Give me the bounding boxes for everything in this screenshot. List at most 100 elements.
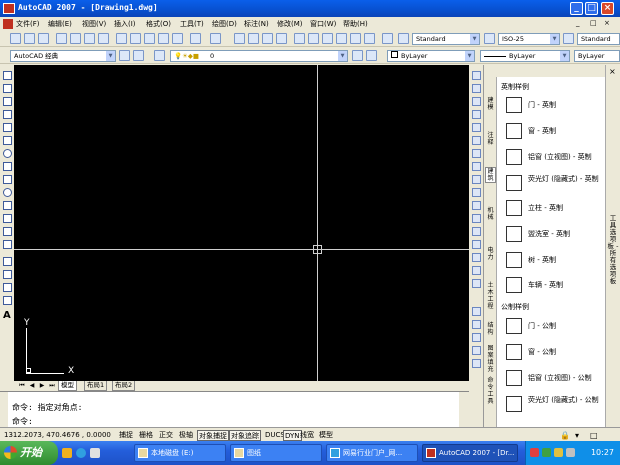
doc-minimize-button[interactable]: _ [576, 19, 580, 27]
task-autocad[interactable]: AutoCAD 2007 - [Dr... [422, 444, 518, 462]
multiline-text-icon[interactable]: A [3, 310, 11, 321]
menu-dimension[interactable]: 标注(N) [244, 19, 269, 29]
open-icon[interactable] [24, 33, 35, 44]
clock[interactable]: 10:27 [591, 448, 614, 457]
menu-view[interactable]: 视图(V) [82, 19, 106, 29]
show-desktop-icon[interactable] [90, 448, 100, 458]
palette-tab-architectural[interactable]: 建筑 [485, 167, 496, 183]
door-icon[interactable] [506, 97, 522, 113]
ellipse-arc-icon[interactable] [3, 201, 12, 210]
command-scrollbar[interactable] [459, 392, 469, 428]
zoom-window-icon[interactable] [262, 33, 273, 44]
arc-icon[interactable] [3, 136, 12, 145]
tab-model[interactable]: 模型 [58, 381, 77, 391]
command-prompt[interactable]: 命令: [12, 416, 33, 427]
doc-restore-button[interactable]: □ [590, 19, 597, 27]
draw-order-icon[interactable] [472, 307, 481, 316]
palette-close-icon[interactable]: × [609, 67, 616, 76]
quick-launch-icon[interactable] [62, 448, 72, 458]
toilet-icon[interactable] [506, 226, 522, 242]
menu-edit[interactable]: 编辑(E) [48, 19, 72, 29]
markup-icon[interactable] [350, 33, 361, 44]
send-back-icon[interactable] [472, 333, 481, 342]
lineweight-select[interactable]: ByLayer [574, 50, 620, 62]
window-icon[interactable] [506, 344, 522, 360]
tab-layout2[interactable]: 布局2 [112, 381, 136, 391]
plot-icon[interactable] [56, 33, 67, 44]
menu-modify[interactable]: 修改(M) [277, 19, 303, 29]
task-local-disk[interactable]: 本地磁盘 (E:) [134, 444, 226, 462]
join-icon[interactable] [472, 240, 481, 249]
palette-item-door-imperial[interactable]: 门 - 英制 [528, 101, 556, 110]
menu-draw[interactable]: 绘图(D) [212, 19, 237, 29]
make-object-layer-current-icon[interactable] [352, 50, 363, 61]
stretch-icon[interactable] [472, 175, 481, 184]
mirror-icon[interactable] [472, 97, 481, 106]
publish-icon[interactable] [84, 33, 95, 44]
block-editor-icon[interactable] [172, 33, 183, 44]
command-window[interactable]: 命令: 指定对角点: 命令: [0, 391, 469, 428]
copy-object-icon[interactable] [472, 84, 481, 93]
revision-cloud-icon[interactable] [3, 162, 12, 171]
polygon-icon[interactable] [3, 110, 12, 119]
dim-style-select[interactable]: ISO-25 ▼ [498, 33, 560, 45]
rotate-icon[interactable] [472, 149, 481, 158]
last-tab-icon[interactable]: ⏭ [48, 382, 56, 390]
break-icon[interactable] [472, 227, 481, 236]
bring-above-icon[interactable] [472, 346, 481, 355]
cut-icon[interactable] [116, 33, 127, 44]
tray-antivirus-icon[interactable] [530, 448, 539, 457]
zoom-previous-icon[interactable] [276, 33, 287, 44]
save-workspace-icon[interactable] [133, 50, 144, 61]
3d-dwf-icon[interactable] [98, 33, 109, 44]
palette-tab-hatch[interactable]: 图案填充 [485, 345, 496, 373]
ellipse-icon[interactable] [3, 188, 12, 197]
gradient-icon[interactable] [3, 270, 12, 279]
start-button[interactable]: 开始 [0, 441, 58, 465]
layer-manager-icon[interactable] [154, 50, 165, 61]
task-drawings[interactable]: 图纸 [230, 444, 322, 462]
region-icon[interactable] [3, 283, 12, 292]
palette-tab-mechanical[interactable]: 机械 [485, 207, 496, 221]
fluorescent-light-icon[interactable] [506, 175, 522, 191]
scale-icon[interactable] [472, 162, 481, 171]
point-icon[interactable] [3, 240, 12, 249]
palette-item-fluorescent-metric[interactable]: 荧光灯 (隐藏式) - 公制 [528, 396, 600, 405]
array-icon[interactable] [472, 123, 481, 132]
fluorescent-light-icon[interactable] [506, 396, 522, 412]
linetype-select[interactable]: ByLayer ▼ [480, 50, 570, 62]
aluminum-window-icon[interactable] [506, 370, 522, 386]
close-button[interactable]: × [601, 2, 614, 15]
palette-item-window-imperial[interactable]: 窗 - 英制 [528, 127, 556, 136]
palette-tab-structural[interactable]: 结构 [485, 322, 496, 336]
coordinates-readout[interactable]: 1312.2073, 470.4676 , 0.0000 [3, 430, 112, 441]
ortho-toggle[interactable]: 正交 [158, 430, 174, 441]
communication-center-icon[interactable]: 🔒 [560, 431, 570, 440]
tray-volume-icon[interactable] [566, 448, 575, 457]
grid-toggle[interactable]: 栅格 [138, 430, 154, 441]
spline-icon[interactable] [3, 175, 12, 184]
column-icon[interactable] [506, 200, 522, 216]
drawing-canvas[interactable]: Y X [14, 65, 469, 381]
palette-item-toilet-imperial[interactable]: 盥洗室 - 英制 [528, 230, 570, 239]
paste-icon[interactable] [144, 33, 155, 44]
line-icon[interactable] [3, 71, 12, 80]
table-style-select[interactable]: Standard [577, 33, 620, 45]
first-tab-icon[interactable]: ⏮ [18, 382, 26, 390]
next-tab-icon[interactable]: ▶ [38, 382, 46, 390]
ie-icon[interactable] [76, 448, 86, 458]
zoom-realtime-icon[interactable] [248, 33, 259, 44]
palette-item-tree-imperial[interactable]: 树 - 英制 [528, 256, 556, 265]
undo-icon[interactable] [190, 33, 201, 44]
aluminum-window-icon[interactable] [506, 149, 522, 165]
command-window-grip[interactable] [0, 392, 8, 428]
minimize-button[interactable]: _ [570, 2, 583, 15]
palette-tab-command-tools[interactable]: 命令工具 [485, 377, 496, 405]
offset-icon[interactable] [472, 110, 481, 119]
break-at-point-icon[interactable] [472, 214, 481, 223]
palette-tab-civil[interactable]: 土木工程 [485, 282, 496, 310]
tab-layout1[interactable]: 布局1 [84, 381, 108, 391]
construction-line-icon[interactable] [3, 84, 12, 93]
snap-toggle[interactable]: 捕捉 [118, 430, 134, 441]
maximize-button[interactable]: □ [585, 2, 598, 15]
